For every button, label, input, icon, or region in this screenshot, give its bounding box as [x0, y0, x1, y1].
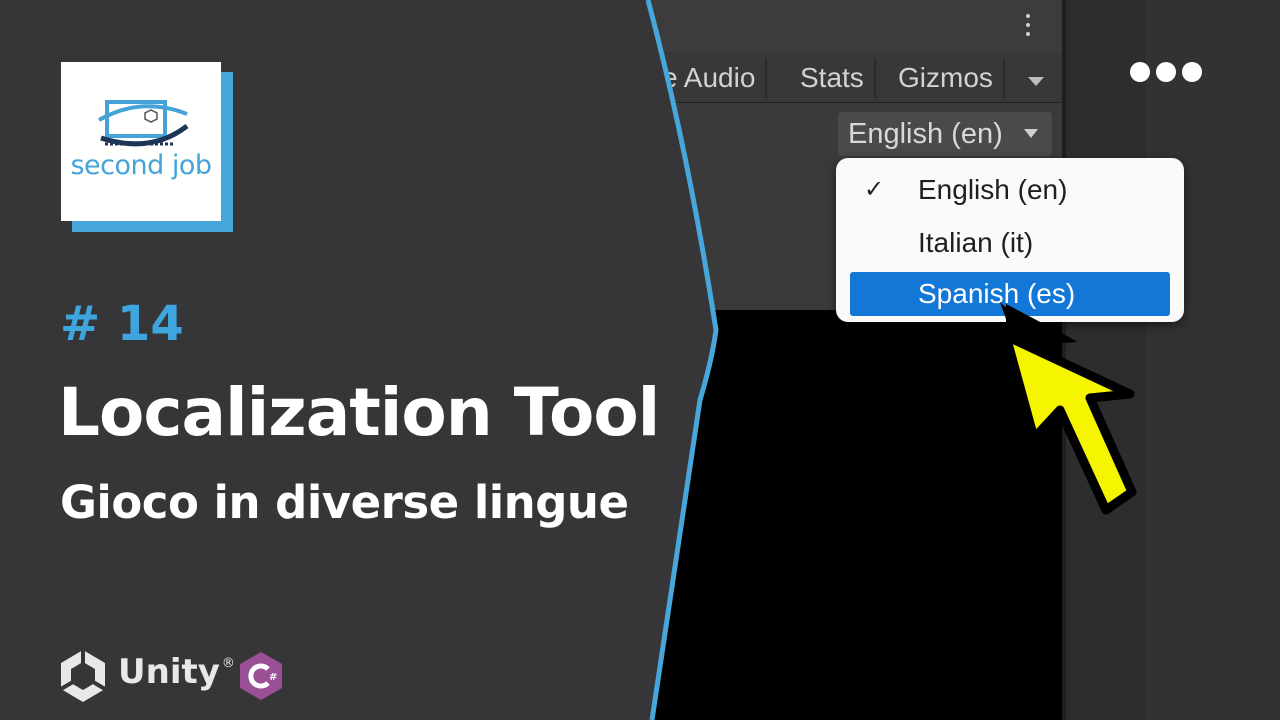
cursor-icon — [1000, 302, 1137, 515]
unity-logo-icon — [59, 650, 107, 702]
caret-down-icon — [1024, 129, 1038, 138]
unity-label: Unity — [118, 652, 220, 692]
second-job-logo: second job — [61, 62, 221, 221]
page-subtitle: Gioco in diverse lingue — [60, 476, 629, 529]
episode-number: # 14 — [60, 296, 184, 352]
logo-text: second job — [70, 150, 212, 181]
svg-text:#: # — [269, 672, 277, 683]
dropdown-option-italian[interactable]: Italian (it) — [850, 221, 1170, 265]
trademark-symbol: ® — [221, 655, 235, 671]
gizmos-caret-down-icon[interactable] — [1020, 64, 1050, 98]
language-select-label: English (en) — [848, 118, 1003, 150]
language-select-button[interactable]: English (en) — [838, 112, 1052, 156]
dropdown-option-english[interactable]: ✓ English (en) — [850, 168, 1170, 212]
dropdown-option-label: Italian (it) — [918, 227, 1034, 258]
more-dots-icon — [1130, 62, 1210, 82]
laptop-logo-icon — [98, 100, 189, 147]
stats-button[interactable]: Stats — [790, 58, 876, 98]
page-title: Localization Tool — [58, 374, 660, 451]
dropdown-option-label: English (en) — [918, 174, 1068, 205]
unity-brand-label: Unity ® — [118, 652, 235, 692]
check-icon: ✓ — [864, 176, 885, 203]
gizmos-button[interactable]: Gizmos — [888, 58, 1005, 98]
csharp-logo-icon: # — [240, 652, 282, 700]
kebab-menu-icon[interactable] — [1020, 14, 1036, 40]
